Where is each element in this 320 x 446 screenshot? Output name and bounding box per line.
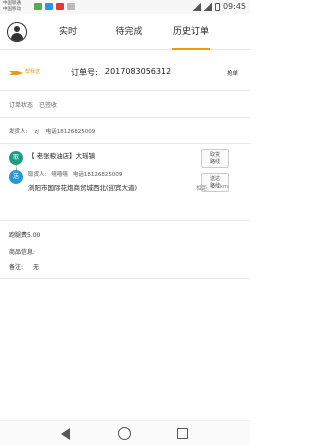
clock: 09:45 (222, 2, 246, 11)
order-number: 2017083056312 (105, 67, 172, 76)
carrier-text: 中国联通 中国移动 (3, 1, 21, 13)
battery-icon (214, 2, 220, 11)
pickup-name: 【 老张粮油店】大瑶镇 (28, 152, 96, 160)
sender-name: zj (34, 129, 39, 135)
distance-label: 相距: (196, 186, 209, 192)
order-status-label: 订单状态 (9, 102, 34, 109)
brand-name: 帮我送 (25, 69, 41, 75)
delivery-fee: 跑腿费5.00 (9, 232, 41, 239)
system-status: 09:45 (192, 2, 246, 11)
pickup-badge: 取 (9, 151, 23, 165)
divider (0, 143, 250, 144)
signal-icon (203, 2, 212, 11)
tab-history[interactable]: 历史订单 (164, 14, 218, 50)
top-nav: 实时 待完成 历史订单 (0, 14, 250, 50)
divider (0, 117, 250, 118)
order-status-value: 已签收 (39, 102, 58, 109)
order-number-label: 订单号: (71, 68, 98, 77)
order-header[interactable]: 帮我送 订单号: 2017083056312 抢单 (0, 59, 250, 87)
receiver-phone: 电话18126825009 (72, 172, 123, 178)
app-notification-icon (67, 3, 75, 10)
avatar-shoulders (10, 33, 23, 41)
carrier-line-2: 中国移动 (3, 7, 21, 12)
goods-info-label: 商品信息: (9, 249, 36, 256)
app-notification-icon (34, 3, 42, 10)
divider (0, 220, 250, 221)
order-type: 抢单 (226, 71, 238, 77)
note-value: 无 (33, 264, 40, 271)
tab-pending[interactable]: 待完成 (104, 14, 154, 50)
sender-row: 发货人: zj 电话18126825009 (9, 127, 102, 135)
divider (0, 278, 250, 279)
tab-realtime[interactable]: 实时 (48, 14, 88, 50)
receiver-name: 嘻嘻嘻 (51, 172, 68, 178)
status-bar: 中国联通 中国移动 09:45 (0, 0, 250, 14)
notification-icons (34, 3, 75, 10)
distance-value: 2.1km (211, 184, 229, 190)
delivery-address: 浏阳市国际花炮商贸城西北(迎宾大道) (28, 184, 138, 192)
order-status-row: 订单状态 已签收 (9, 100, 57, 109)
recent-apps-icon[interactable] (177, 428, 188, 439)
home-icon[interactable] (118, 427, 131, 440)
pickup-route-button[interactable]: 取货 路线 (201, 149, 229, 168)
receiver-row: 取货人: 嘻嘻嘻 电话18126825009 (28, 170, 127, 178)
app-notification-icon (45, 3, 53, 10)
delivery-badge: 送 (9, 170, 23, 184)
note-row: 备注: 无 (9, 262, 39, 271)
divider (0, 90, 250, 91)
wifi-icon (192, 2, 201, 11)
system-nav-bar (0, 420, 250, 446)
brand-logo-icon (9, 71, 23, 75)
receiver-label: 取货人: (28, 172, 47, 178)
pickup-route-label-1: 取货 (209, 152, 220, 158)
note-label: 备注: (9, 264, 24, 271)
sender-phone: 电话18126825009 (45, 129, 96, 135)
sender-label: 发货人: (9, 129, 28, 135)
back-icon[interactable] (61, 428, 70, 440)
app-notification-icon (56, 3, 64, 10)
delivery-route-label-1: 送达 (209, 176, 220, 182)
user-avatar-icon[interactable] (7, 22, 27, 42)
avatar-head (13, 26, 20, 32)
pickup-route-label-2: 路线 (209, 159, 220, 165)
